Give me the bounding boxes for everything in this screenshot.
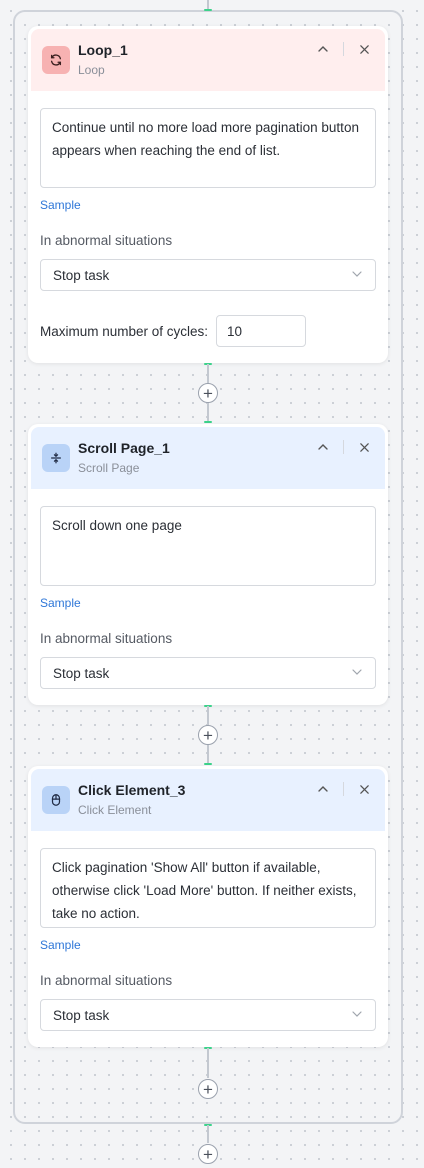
scroll-page-card[interactable]: Scroll Page_1 Scroll Page Scroll down on… xyxy=(28,424,388,705)
click-element-title: Click Element_3 xyxy=(78,781,186,798)
loop-card[interactable]: Loop_1 Loop Continue until no more load … xyxy=(28,26,388,363)
click-element-sample-link[interactable]: Sample xyxy=(40,938,81,952)
connector-line xyxy=(207,1125,209,1143)
loop-abnormal-value: Stop task xyxy=(53,267,110,283)
plus-icon: + xyxy=(203,1144,213,1164)
close-icon[interactable] xyxy=(357,42,371,56)
scroll-page-abnormal-select[interactable]: Stop task xyxy=(40,657,376,689)
click-element-card[interactable]: Click Element_3 Click Element Click pagi… xyxy=(28,766,388,1047)
chevron-down-icon xyxy=(351,268,363,283)
connector-marker xyxy=(204,9,212,11)
close-icon[interactable] xyxy=(357,782,371,796)
header-divider xyxy=(343,440,344,454)
loop-title: Loop_1 xyxy=(78,41,128,58)
chevron-up-icon[interactable] xyxy=(316,440,330,454)
chevron-down-icon xyxy=(351,1008,363,1023)
connector-line xyxy=(207,1048,209,1078)
scroll-page-sample-link[interactable]: Sample xyxy=(40,596,81,610)
connector-marker xyxy=(204,421,212,423)
scroll-page-subtitle: Scroll Page xyxy=(78,460,140,475)
refresh-icon xyxy=(42,46,70,74)
click-element-card-header: Click Element_3 Click Element xyxy=(31,769,385,831)
scroll-page-card-header: Scroll Page_1 Scroll Page xyxy=(31,427,385,489)
header-divider xyxy=(343,42,344,56)
plus-icon: + xyxy=(203,383,213,403)
scroll-page-abnormal-label: In abnormal situations xyxy=(40,631,173,646)
click-element-abnormal-select[interactable]: Stop task xyxy=(40,999,376,1031)
click-element-abnormal-label: In abnormal situations xyxy=(40,973,173,988)
loop-subtitle: Loop xyxy=(78,62,105,77)
loop-max-cycles-label: Maximum number of cycles: xyxy=(40,323,209,339)
chevron-up-icon[interactable] xyxy=(316,42,330,56)
loop-abnormal-label: In abnormal situations xyxy=(40,233,173,248)
plus-icon: + xyxy=(203,725,213,745)
loop-max-cycles-row: Maximum number of cycles: 10 xyxy=(40,315,307,347)
loop-abnormal-select[interactable]: Stop task xyxy=(40,259,376,291)
scroll-page-abnormal-value: Stop task xyxy=(53,665,110,681)
loop-card-header: Loop_1 Loop xyxy=(31,29,385,91)
scroll-page-description-input[interactable]: Scroll down one page xyxy=(40,506,376,586)
add-step-button[interactable]: + xyxy=(198,383,218,403)
mouse-icon xyxy=(42,786,70,814)
click-element-subtitle: Click Element xyxy=(78,802,152,817)
connector-marker xyxy=(204,763,212,765)
chevron-up-icon[interactable] xyxy=(316,782,330,796)
add-step-button[interactable]: + xyxy=(198,1144,218,1164)
loop-max-cycles-input[interactable]: 10 xyxy=(216,315,307,347)
add-step-button[interactable]: + xyxy=(198,725,218,745)
scroll-vertical-icon xyxy=(42,444,70,472)
scroll-page-title: Scroll Page_1 xyxy=(78,439,170,456)
plus-icon: + xyxy=(203,1079,213,1099)
click-element-abnormal-value: Stop task xyxy=(53,1007,110,1023)
add-step-button[interactable]: + xyxy=(198,1079,218,1099)
close-icon[interactable] xyxy=(357,440,371,454)
click-element-description-input[interactable]: Click pagination 'Show All' button if av… xyxy=(40,848,376,928)
loop-sample-link[interactable]: Sample xyxy=(40,198,81,212)
chevron-down-icon xyxy=(351,666,363,681)
header-divider xyxy=(343,782,344,796)
loop-description-input[interactable]: Continue until no more load more paginat… xyxy=(40,108,376,188)
